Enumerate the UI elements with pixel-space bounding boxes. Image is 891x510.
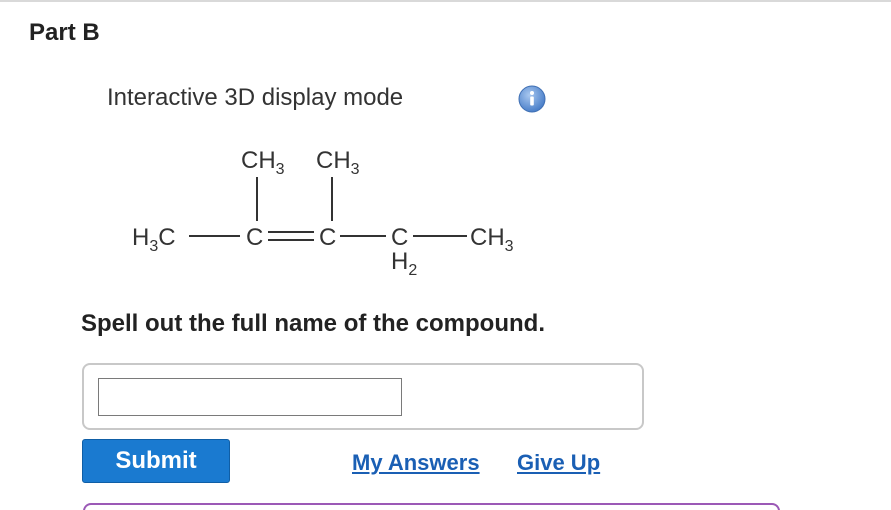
carbon-label: C bbox=[319, 224, 336, 251]
give-up-link[interactable]: Give Up bbox=[517, 450, 600, 476]
carbon-label: C bbox=[246, 224, 263, 251]
carbon-label: C bbox=[391, 224, 408, 251]
methyl-label: CH3 bbox=[470, 224, 514, 255]
answer-input[interactable] bbox=[98, 378, 402, 416]
my-answers-link[interactable]: My Answers bbox=[352, 450, 480, 476]
divider bbox=[0, 0, 891, 2]
next-section-panel bbox=[83, 503, 780, 510]
question-prompt: Spell out the full name of the compound. bbox=[81, 310, 545, 337]
submit-button[interactable]: Submit bbox=[82, 439, 230, 483]
answer-container bbox=[82, 363, 644, 430]
info-icon[interactable] bbox=[517, 84, 547, 114]
hydrogen-label: H2 bbox=[391, 248, 417, 279]
part-title: Part B bbox=[29, 19, 100, 46]
compound-structure: CH3 CH3 H3C C C C H2 CH3 bbox=[120, 135, 560, 295]
page: Part B Interactive 3D display mode CH3 C… bbox=[0, 0, 891, 510]
methyl-label: CH3 bbox=[316, 147, 360, 178]
methyl-label: CH3 bbox=[241, 147, 285, 178]
methyl-label: H3C bbox=[132, 224, 176, 255]
display-mode-label: Interactive 3D display mode bbox=[107, 84, 404, 111]
